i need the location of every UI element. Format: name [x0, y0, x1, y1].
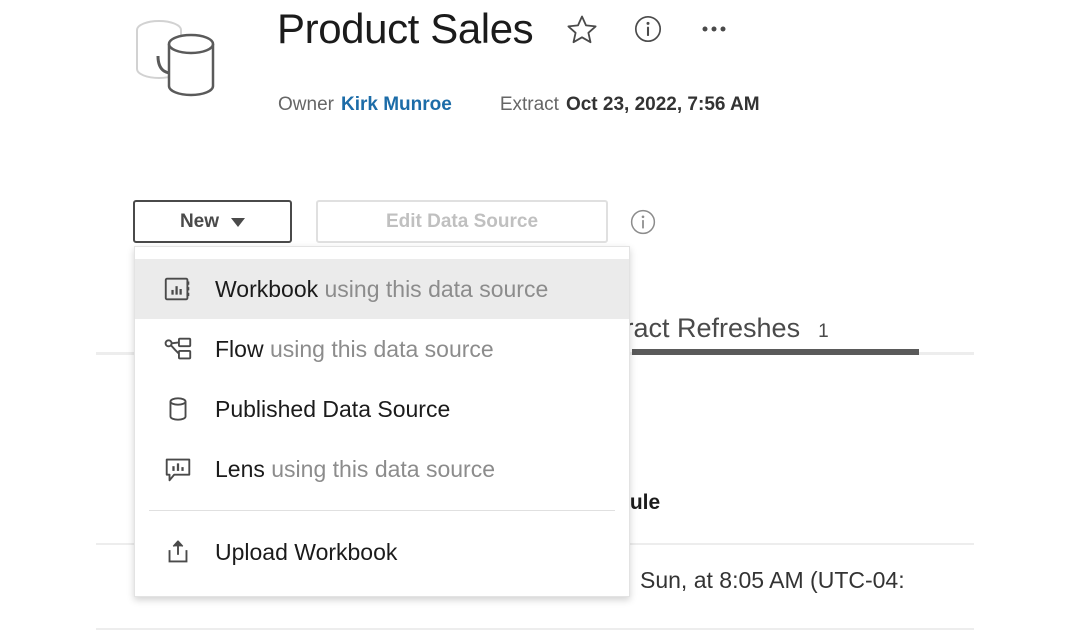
tab-active-underline — [632, 349, 919, 355]
metadata-row: Owner Kirk Munroe Extract Oct 23, 2022, 7:5… — [278, 92, 760, 118]
menu-item-lens-secondary: using this data source — [264, 456, 496, 482]
workbook-icon — [161, 272, 195, 306]
menu-item-upload-workbook-text: Upload Workbook — [215, 539, 397, 565]
menu-item-flow-text: Flow using this data source — [215, 336, 494, 362]
menu-item-published-data-source[interactable]: Published Data Source — [135, 379, 629, 439]
menu-item-flow-secondary: using this data source — [263, 336, 494, 362]
info-icon[interactable] — [631, 12, 665, 46]
chevron-down-icon — [231, 218, 246, 227]
extract-timestamp: Oct 23, 2022, 7:56 AM — [565, 94, 760, 115]
page-title: Product Sales — [277, 5, 534, 52]
page-header: Product Sales Owner Kirk Munroe Extract Oct… — [0, 0, 1073, 150]
menu-item-workbook-primary: Workbook — [215, 276, 319, 302]
title-row: Product Sales — [277, 8, 731, 50]
more-actions-icon[interactable] — [697, 12, 731, 46]
tab-extract-refreshes[interactable]: tract Refreshes 1 — [617, 313, 829, 344]
menu-item-flow[interactable]: Flow using this data source — [135, 319, 629, 379]
menu-item-upload-workbook[interactable]: Upload Workbook — [135, 522, 629, 582]
table-row-divider-bottom — [96, 628, 974, 630]
menu-item-lens[interactable]: Lens using this data source — [135, 439, 629, 499]
extract-label: Extract — [499, 94, 559, 115]
published-data-source-icon — [161, 392, 195, 426]
edit-data-source-button[interactable]: Edit Data Source — [316, 200, 608, 243]
owner-name-link[interactable]: Kirk Munroe — [341, 94, 452, 115]
menu-divider — [149, 510, 615, 511]
tab-extract-refreshes-label: tract Refreshes — [617, 313, 801, 343]
new-button[interactable]: New — [133, 200, 292, 243]
menu-item-workbook-text: Workbook using this data source — [215, 276, 548, 302]
edit-data-source-label: Edit Data Source — [385, 210, 539, 232]
menu-item-lens-text: Lens using this data source — [215, 456, 495, 482]
menu-item-workbook-secondary: using this data source — [318, 276, 549, 302]
info-icon[interactable] — [628, 207, 658, 237]
data-source-extract-icon — [131, 14, 225, 102]
owner-label: Owner — [278, 94, 334, 115]
menu-item-lens-primary: Lens — [215, 456, 265, 482]
lens-icon — [161, 452, 195, 486]
menu-item-upload-workbook-primary: Upload Workbook — [215, 539, 398, 565]
menu-item-workbook[interactable]: Workbook using this data source — [135, 259, 629, 319]
menu-item-published-data-source-primary: Published Data Source — [215, 396, 451, 422]
action-bar: New Edit Data Source — [133, 200, 658, 243]
table-cell-schedule: Sun, at 8:05 AM (UTC-04: — [640, 567, 905, 593]
upload-icon — [161, 535, 195, 569]
flow-icon — [161, 332, 195, 366]
new-button-label: New — [179, 210, 220, 232]
new-dropdown-menu[interactable]: Workbook using this data source Flow usi… — [134, 246, 630, 597]
tab-extract-refreshes-count: 1 — [818, 321, 829, 342]
menu-item-published-data-source-text: Published Data Source — [215, 396, 450, 422]
favorite-star-icon[interactable] — [565, 12, 599, 46]
menu-item-flow-primary: Flow — [215, 336, 264, 362]
